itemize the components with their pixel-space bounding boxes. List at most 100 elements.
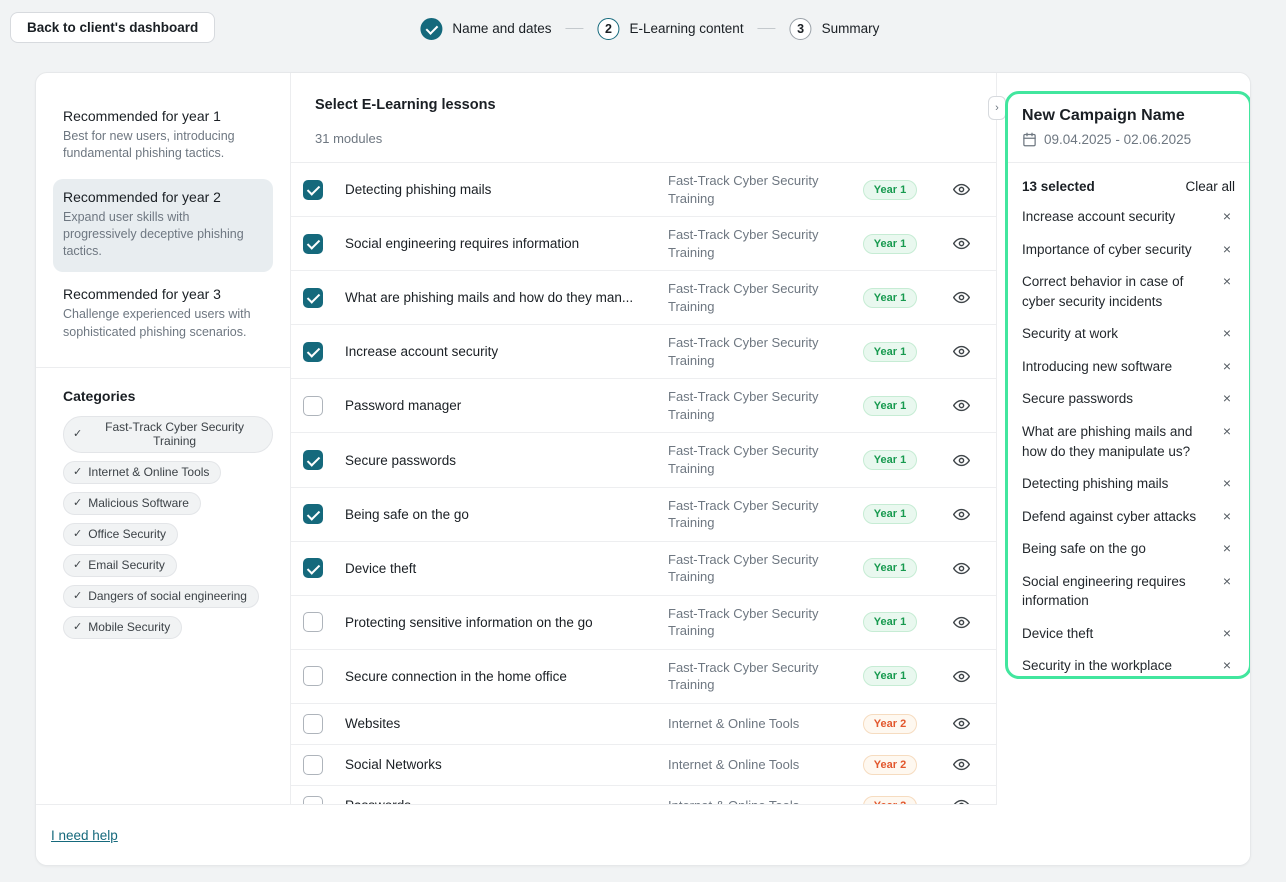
- category-chip[interactable]: ✓ Internet & Online Tools: [63, 461, 221, 484]
- remove-item-button[interactable]: ×: [1219, 240, 1235, 259]
- selected-item: Social engineering requires information …: [1022, 572, 1235, 611]
- lesson-row[interactable]: Password manager Fast-Track Cyber Securi…: [291, 379, 996, 433]
- selected-item-label: Secure passwords: [1022, 389, 1219, 409]
- collapse-panel-button[interactable]: ›: [988, 96, 1006, 120]
- remove-item-button[interactable]: ×: [1219, 357, 1235, 376]
- step-name-and-dates[interactable]: Name and dates: [420, 18, 551, 40]
- preview-lesson-button[interactable]: [944, 181, 978, 198]
- preview-lesson-button[interactable]: [944, 289, 978, 306]
- preview-lesson-button[interactable]: [944, 715, 978, 732]
- category-chip[interactable]: ✓ Mobile Security: [63, 616, 182, 639]
- preview-lesson-button[interactable]: [944, 397, 978, 414]
- eye-icon: [953, 397, 970, 414]
- selected-item: Defend against cyber attacks ×: [1022, 507, 1235, 527]
- year-badge-cell: Year 1: [836, 504, 944, 524]
- lesson-row[interactable]: Social engineering requires information …: [291, 217, 996, 271]
- selected-item: Introducing new software ×: [1022, 357, 1235, 377]
- lesson-checkbox[interactable]: [303, 612, 323, 632]
- selected-item-label: Detecting phishing mails: [1022, 474, 1219, 494]
- eye-icon: [953, 614, 970, 631]
- lesson-category: Fast-Track Cyber Security Training: [668, 168, 836, 211]
- preview-lesson-button[interactable]: [944, 756, 978, 773]
- categories-heading: Categories: [63, 388, 273, 404]
- category-chip[interactable]: ✓ Fast-Track Cyber Security Training: [63, 416, 273, 453]
- step-elearning-content[interactable]: 2 E-Learning content: [597, 18, 743, 40]
- step-complete-check-icon: [420, 18, 442, 40]
- recommendation-title: Recommended for year 3: [63, 286, 263, 302]
- lesson-checkbox[interactable]: [303, 396, 323, 416]
- year-badge: Year 1: [863, 504, 917, 524]
- lesson-row[interactable]: Secure passwords Fast-Track Cyber Securi…: [291, 433, 996, 487]
- campaign-date-range: 09.04.2025 - 02.06.2025: [1044, 132, 1191, 147]
- remove-item-button[interactable]: ×: [1219, 207, 1235, 226]
- lesson-row[interactable]: Websites Internet & Online Tools Year 2: [291, 704, 996, 745]
- lesson-row[interactable]: Secure connection in the home office Fas…: [291, 650, 996, 704]
- lesson-checkbox[interactable]: [303, 666, 323, 686]
- recommendation-title: Recommended for year 1: [63, 108, 263, 124]
- modules-count: 31 modules: [315, 131, 972, 162]
- lesson-row[interactable]: Passwords Internet & Online Tools Year 2: [291, 786, 996, 804]
- preview-lesson-button[interactable]: [944, 668, 978, 685]
- remove-item-button[interactable]: ×: [1219, 474, 1235, 493]
- remove-item-button[interactable]: ×: [1219, 272, 1235, 291]
- remove-item-button[interactable]: ×: [1219, 539, 1235, 558]
- preview-lesson-button[interactable]: [944, 343, 978, 360]
- recommendation-description: Best for new users, introducing fundamen…: [63, 128, 263, 163]
- preview-lesson-button[interactable]: [944, 235, 978, 252]
- preview-lesson-button[interactable]: [944, 506, 978, 523]
- category-chip[interactable]: ✓ Email Security: [63, 554, 177, 577]
- back-to-dashboard-button[interactable]: Back to client's dashboard: [10, 12, 215, 43]
- recommendation-option[interactable]: Recommended for year 3 Challenge experie…: [53, 276, 273, 353]
- lesson-checkbox[interactable]: [303, 504, 323, 524]
- step-summary[interactable]: 3 Summary: [790, 18, 880, 40]
- lesson-checkbox[interactable]: [303, 755, 323, 775]
- category-chip[interactable]: ✓ Malicious Software: [63, 492, 201, 515]
- lesson-row[interactable]: What are phishing mails and how do they …: [291, 271, 996, 325]
- category-chip-label: Dangers of social engineering: [88, 589, 247, 603]
- clear-all-button[interactable]: Clear all: [1185, 179, 1235, 194]
- remove-item-button[interactable]: ×: [1219, 507, 1235, 526]
- lesson-checkbox[interactable]: [303, 342, 323, 362]
- lesson-row[interactable]: Device theft Fast-Track Cyber Security T…: [291, 542, 996, 596]
- lesson-row[interactable]: Detecting phishing mails Fast-Track Cybe…: [291, 163, 996, 217]
- lesson-checkbox[interactable]: [303, 558, 323, 578]
- remove-item-button[interactable]: ×: [1219, 324, 1235, 343]
- preview-lesson-button[interactable]: [944, 614, 978, 631]
- lesson-checkbox[interactable]: [303, 714, 323, 734]
- panel-divider: [1008, 162, 1249, 163]
- category-chip[interactable]: ✓ Office Security: [63, 523, 178, 546]
- lesson-row[interactable]: Being safe on the go Fast-Track Cyber Se…: [291, 488, 996, 542]
- lesson-checkbox[interactable]: [303, 450, 323, 470]
- check-icon: ✓: [73, 465, 82, 478]
- lesson-checkbox[interactable]: [303, 796, 323, 804]
- category-chip-label: Mobile Security: [88, 620, 170, 634]
- remove-item-button[interactable]: ×: [1219, 656, 1235, 675]
- recommendation-option[interactable]: Recommended for year 2 Expand user skill…: [53, 179, 273, 273]
- step-label: E-Learning content: [629, 21, 743, 36]
- lesson-row[interactable]: Increase account security Fast-Track Cyb…: [291, 325, 996, 379]
- category-chip[interactable]: ✓ Dangers of social engineering: [63, 585, 259, 608]
- step-number: 2: [597, 18, 619, 40]
- recommendation-option[interactable]: Recommended for year 1 Best for new user…: [53, 98, 273, 175]
- selected-item-label: Social engineering requires information: [1022, 572, 1219, 611]
- remove-item-button[interactable]: ×: [1219, 624, 1235, 643]
- remove-item-button[interactable]: ×: [1219, 422, 1235, 441]
- preview-lesson-button[interactable]: [944, 560, 978, 577]
- lesson-row[interactable]: Protecting sensitive information on the …: [291, 596, 996, 650]
- selected-item: Security at work ×: [1022, 324, 1235, 344]
- remove-item-button[interactable]: ×: [1219, 389, 1235, 408]
- preview-lesson-button[interactable]: [944, 452, 978, 469]
- category-chip-label: Malicious Software: [88, 496, 189, 510]
- lesson-checkbox[interactable]: [303, 234, 323, 254]
- top-bar: Back to client's dashboard Name and date…: [0, 0, 1286, 57]
- lesson-checkbox[interactable]: [303, 288, 323, 308]
- lesson-checkbox[interactable]: [303, 180, 323, 200]
- year-badge-cell: Year 1: [836, 288, 944, 308]
- remove-item-button[interactable]: ×: [1219, 572, 1235, 591]
- lessons-list[interactable]: Detecting phishing mails Fast-Track Cybe…: [291, 162, 996, 804]
- lesson-title: Protecting sensitive information on the …: [323, 615, 668, 630]
- check-icon: ✓: [73, 496, 82, 509]
- wizard-stepper: Name and dates 2 E-Learning content 3 Su…: [420, 0, 879, 57]
- lesson-row[interactable]: Social Networks Internet & Online Tools …: [291, 745, 996, 786]
- help-link[interactable]: I need help: [51, 828, 118, 843]
